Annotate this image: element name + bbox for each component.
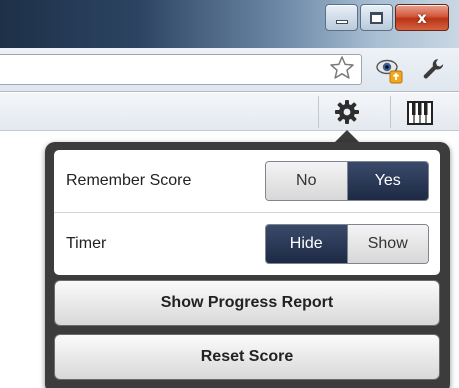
remember-score-toggle: No Yes <box>265 161 429 201</box>
maximize-icon <box>370 11 383 24</box>
window-title-bar: x <box>0 0 459 48</box>
settings-popup: Remember Score No Yes Timer Hide Show Sh… <box>45 142 450 388</box>
close-icon: x <box>417 8 427 27</box>
close-button[interactable]: x <box>395 4 449 31</box>
window-controls: x <box>325 4 449 31</box>
address-bar[interactable] <box>0 54 362 85</box>
remember-score-yes-button[interactable]: Yes <box>346 162 428 200</box>
piano-keys-icon[interactable] <box>407 101 433 125</box>
eye-extension-icon[interactable] <box>375 56 405 86</box>
minimize-button[interactable] <box>325 4 358 31</box>
timer-hide-button[interactable]: Hide <box>266 224 347 263</box>
extension-separator <box>318 96 319 128</box>
star-icon[interactable] <box>329 55 355 81</box>
extension-separator <box>390 96 391 128</box>
timer-toggle: Hide Show <box>265 223 429 264</box>
timer-show-button[interactable]: Show <box>346 224 428 263</box>
browser-window: x Remember Score No Yes Timer Hide Show … <box>0 0 459 388</box>
remember-score-row: Remember Score No Yes <box>54 150 440 212</box>
wrench-icon[interactable] <box>420 56 446 82</box>
reset-score-button[interactable]: Reset Score <box>54 334 440 380</box>
timer-row: Timer Hide Show <box>54 212 440 274</box>
maximize-button[interactable] <box>360 4 393 31</box>
minimize-icon <box>335 20 348 24</box>
remember-score-no-button[interactable]: No <box>266 162 347 200</box>
settings-panel: Remember Score No Yes Timer Hide Show <box>54 150 440 275</box>
timer-label: Timer <box>66 234 107 252</box>
remember-score-label: Remember Score <box>66 172 192 189</box>
show-progress-report-button[interactable]: Show Progress Report <box>54 280 440 326</box>
gear-icon[interactable] <box>334 99 360 125</box>
